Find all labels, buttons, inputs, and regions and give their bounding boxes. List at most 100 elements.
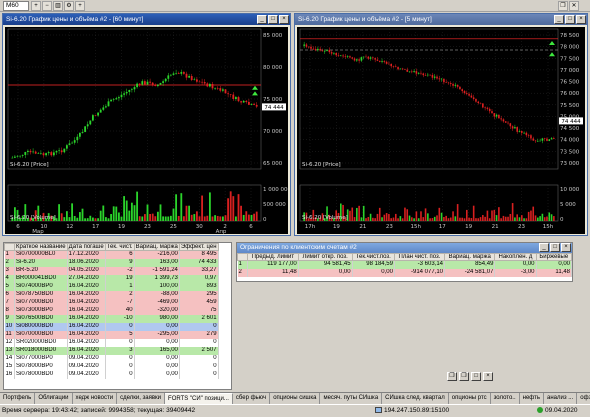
restore-button[interactable]: ❐ <box>447 372 457 381</box>
table-cell[interactable]: 16.04.2020 <box>67 282 106 291</box>
table-cell[interactable]: Si-6.20 <box>14 258 68 267</box>
workspace-tab[interactable]: Облигации <box>35 393 73 404</box>
minimize-button[interactable]: _ <box>554 15 564 24</box>
table-cell[interactable]: 18.06.2020 <box>67 258 106 267</box>
table-cell[interactable]: 0 <box>179 322 219 331</box>
table-cell[interactable]: 0 <box>179 354 219 363</box>
table-cell[interactable]: 0,00 <box>494 260 537 269</box>
table-row[interactable]: 1 119 177,00 94 581,45 98 184,59 -3 603,14 85… <box>237 260 573 269</box>
table-cell[interactable]: 0,97 <box>179 274 219 283</box>
column-header[interactable]: Тек.чист.поз. <box>351 253 395 261</box>
workspace-tab[interactable]: офз фьючи <box>577 393 590 404</box>
zoom-out-button[interactable]: − <box>42 1 52 11</box>
table-cell[interactable]: 13 <box>4 346 15 355</box>
table-cell[interactable]: Si077000BD0 <box>14 298 68 307</box>
table-cell[interactable]: 40 <box>105 306 135 315</box>
maximize-button[interactable]: □ <box>565 15 575 24</box>
table-row[interactable]: 12 SR020000BD0 16.04.2020 0 0,00 0 <box>4 338 219 347</box>
table-cell[interactable]: Si070000BD0 <box>14 330 68 339</box>
close-window-button[interactable]: × <box>561 243 571 252</box>
positions-table[interactable]: Краткое название Дата погаше Тек. чист. … <box>3 242 232 390</box>
column-header[interactable]: Краткое название <box>14 243 68 251</box>
table-cell[interactable]: -2 <box>105 266 135 275</box>
column-header[interactable] <box>4 243 15 251</box>
table-cell[interactable]: Si078000BD0 <box>14 370 68 379</box>
table-cell[interactable]: 0 <box>105 338 135 347</box>
table-cell[interactable]: 2 601 <box>179 314 219 323</box>
maximize-button[interactable]: □ <box>268 15 278 24</box>
column-header[interactable]: Накоплен. д <box>494 253 537 261</box>
table-cell[interactable]: 980,00 <box>134 314 180 323</box>
table-row[interactable]: 7 Si077000BD0 16.04.2020 -7 -469,00 459 <box>4 298 219 307</box>
table-cell[interactable]: 8 <box>4 306 15 315</box>
table-cell[interactable]: 0 <box>105 362 135 371</box>
table-row[interactable]: 1 Si0700000BL0 17.12.2020 6 -216,00 8 495 <box>4 250 219 259</box>
table-cell[interactable]: 3 <box>4 266 15 275</box>
table-cell[interactable]: 2 <box>4 258 15 267</box>
workspace-tab[interactable]: сделки, заявки <box>117 393 166 404</box>
table-cell[interactable]: Si078750BD0 <box>14 290 68 299</box>
table-cell[interactable]: 74 433 <box>179 258 219 267</box>
table-cell[interactable]: 0 <box>179 362 219 371</box>
table-row[interactable]: 14 Si077000BP0 09.04.2020 0 0,00 0 <box>4 354 219 363</box>
table-cell[interactable]: 1 <box>105 282 135 291</box>
table-cell[interactable]: 16.04.2020 <box>67 346 106 355</box>
workspace-tab[interactable]: опционы ртс <box>449 393 491 404</box>
table-cell[interactable]: 11,48 <box>247 268 299 277</box>
table-cell[interactable]: 3 <box>105 346 135 355</box>
table-cell[interactable]: 100,00 <box>134 282 180 291</box>
table-row[interactable]: 15 Si078000BP0 09.04.2020 0 0,00 0 <box>4 362 219 371</box>
table-cell[interactable]: 295 <box>179 290 219 299</box>
table-cell[interactable]: Si0700000BL0 <box>14 250 68 259</box>
table-cell[interactable]: -88,00 <box>134 290 180 299</box>
table-cell[interactable]: -10 <box>105 314 135 323</box>
table-cell[interactable]: -7 <box>105 298 135 307</box>
table-cell[interactable]: 0 <box>105 370 135 379</box>
table-cell[interactable]: 893 <box>179 282 219 291</box>
table-cell[interactable]: 8 495 <box>179 250 219 259</box>
table-cell[interactable]: 19 <box>105 274 135 283</box>
workspace-tab[interactable]: нефть <box>520 393 544 404</box>
table-row[interactable]: 8 Si073000BP0 16.04.2020 40 -320,00 75 <box>4 306 219 315</box>
workspace-tab[interactable]: Портфель <box>0 393 36 404</box>
table-cell[interactable]: 2 507 <box>179 346 219 355</box>
table-cell[interactable]: Si080000BD0 <box>14 322 68 331</box>
table-cell[interactable]: 0,00 <box>536 260 573 269</box>
column-header[interactable]: Вариац. маржа <box>444 253 496 261</box>
table-cell[interactable]: -3 603,14 <box>394 260 446 269</box>
minimize-button[interactable]: _ <box>257 15 267 24</box>
column-header[interactable]: Тек. чист. <box>104 243 135 251</box>
table-row[interactable]: 13 SR018000BD0 16.04.2020 3 165,00 2 507 <box>4 346 219 355</box>
table-cell[interactable]: 0 <box>105 354 135 363</box>
table-cell[interactable]: 0,00 <box>134 370 180 379</box>
workspace-tab[interactable]: FORTS "СИ" позици... <box>165 393 233 404</box>
table-cell[interactable]: SR020000BD0 <box>14 338 68 347</box>
interval-select[interactable]: M60 <box>3 1 29 11</box>
table-cell[interactable]: 27.04.2020 <box>67 274 106 283</box>
table-cell[interactable]: -320,00 <box>134 306 180 315</box>
zoom-in-button[interactable]: + <box>31 1 41 11</box>
table-cell[interactable]: 9 <box>105 258 135 267</box>
table-cell[interactable]: 0 <box>179 370 219 379</box>
table-cell[interactable]: Si078000BP0 <box>14 362 68 371</box>
maximize-button[interactable]: □ <box>471 372 481 381</box>
table-cell[interactable]: 15 <box>4 362 15 371</box>
table-cell[interactable]: -469,00 <box>134 298 180 307</box>
chart-window-title[interactable]: Si-6.20 График цены и объёма #2 - [60 ми… <box>3 14 290 25</box>
workspace-tab[interactable]: СИшка след. квартал <box>382 393 449 404</box>
table-cell[interactable]: SR018000BD0 <box>14 346 68 355</box>
column-header[interactable] <box>237 253 248 261</box>
table-cell[interactable]: 0,00 <box>134 362 180 371</box>
table-cell[interactable]: 16.04.2020 <box>67 330 106 339</box>
table-cell[interactable]: 94 581,45 <box>298 260 353 269</box>
workspace-tab[interactable]: месяч. путы СИшка <box>320 393 383 404</box>
workspace-tab[interactable]: золото.. <box>491 393 520 404</box>
table-cell[interactable]: 6 <box>4 290 15 299</box>
table-row[interactable]: 6 Si078750BD0 16.04.2020 2 -88,00 295 <box>4 290 219 299</box>
table-cell[interactable]: 5 <box>105 330 135 339</box>
column-header[interactable]: Дата погаше <box>66 243 106 251</box>
column-header[interactable]: Лимит откр. поз. <box>297 253 353 261</box>
table-cell[interactable]: 09.04.2020 <box>67 362 106 371</box>
table-cell[interactable]: 0,00 <box>134 338 180 347</box>
table-cell[interactable]: 16.04.2020 <box>67 338 106 347</box>
